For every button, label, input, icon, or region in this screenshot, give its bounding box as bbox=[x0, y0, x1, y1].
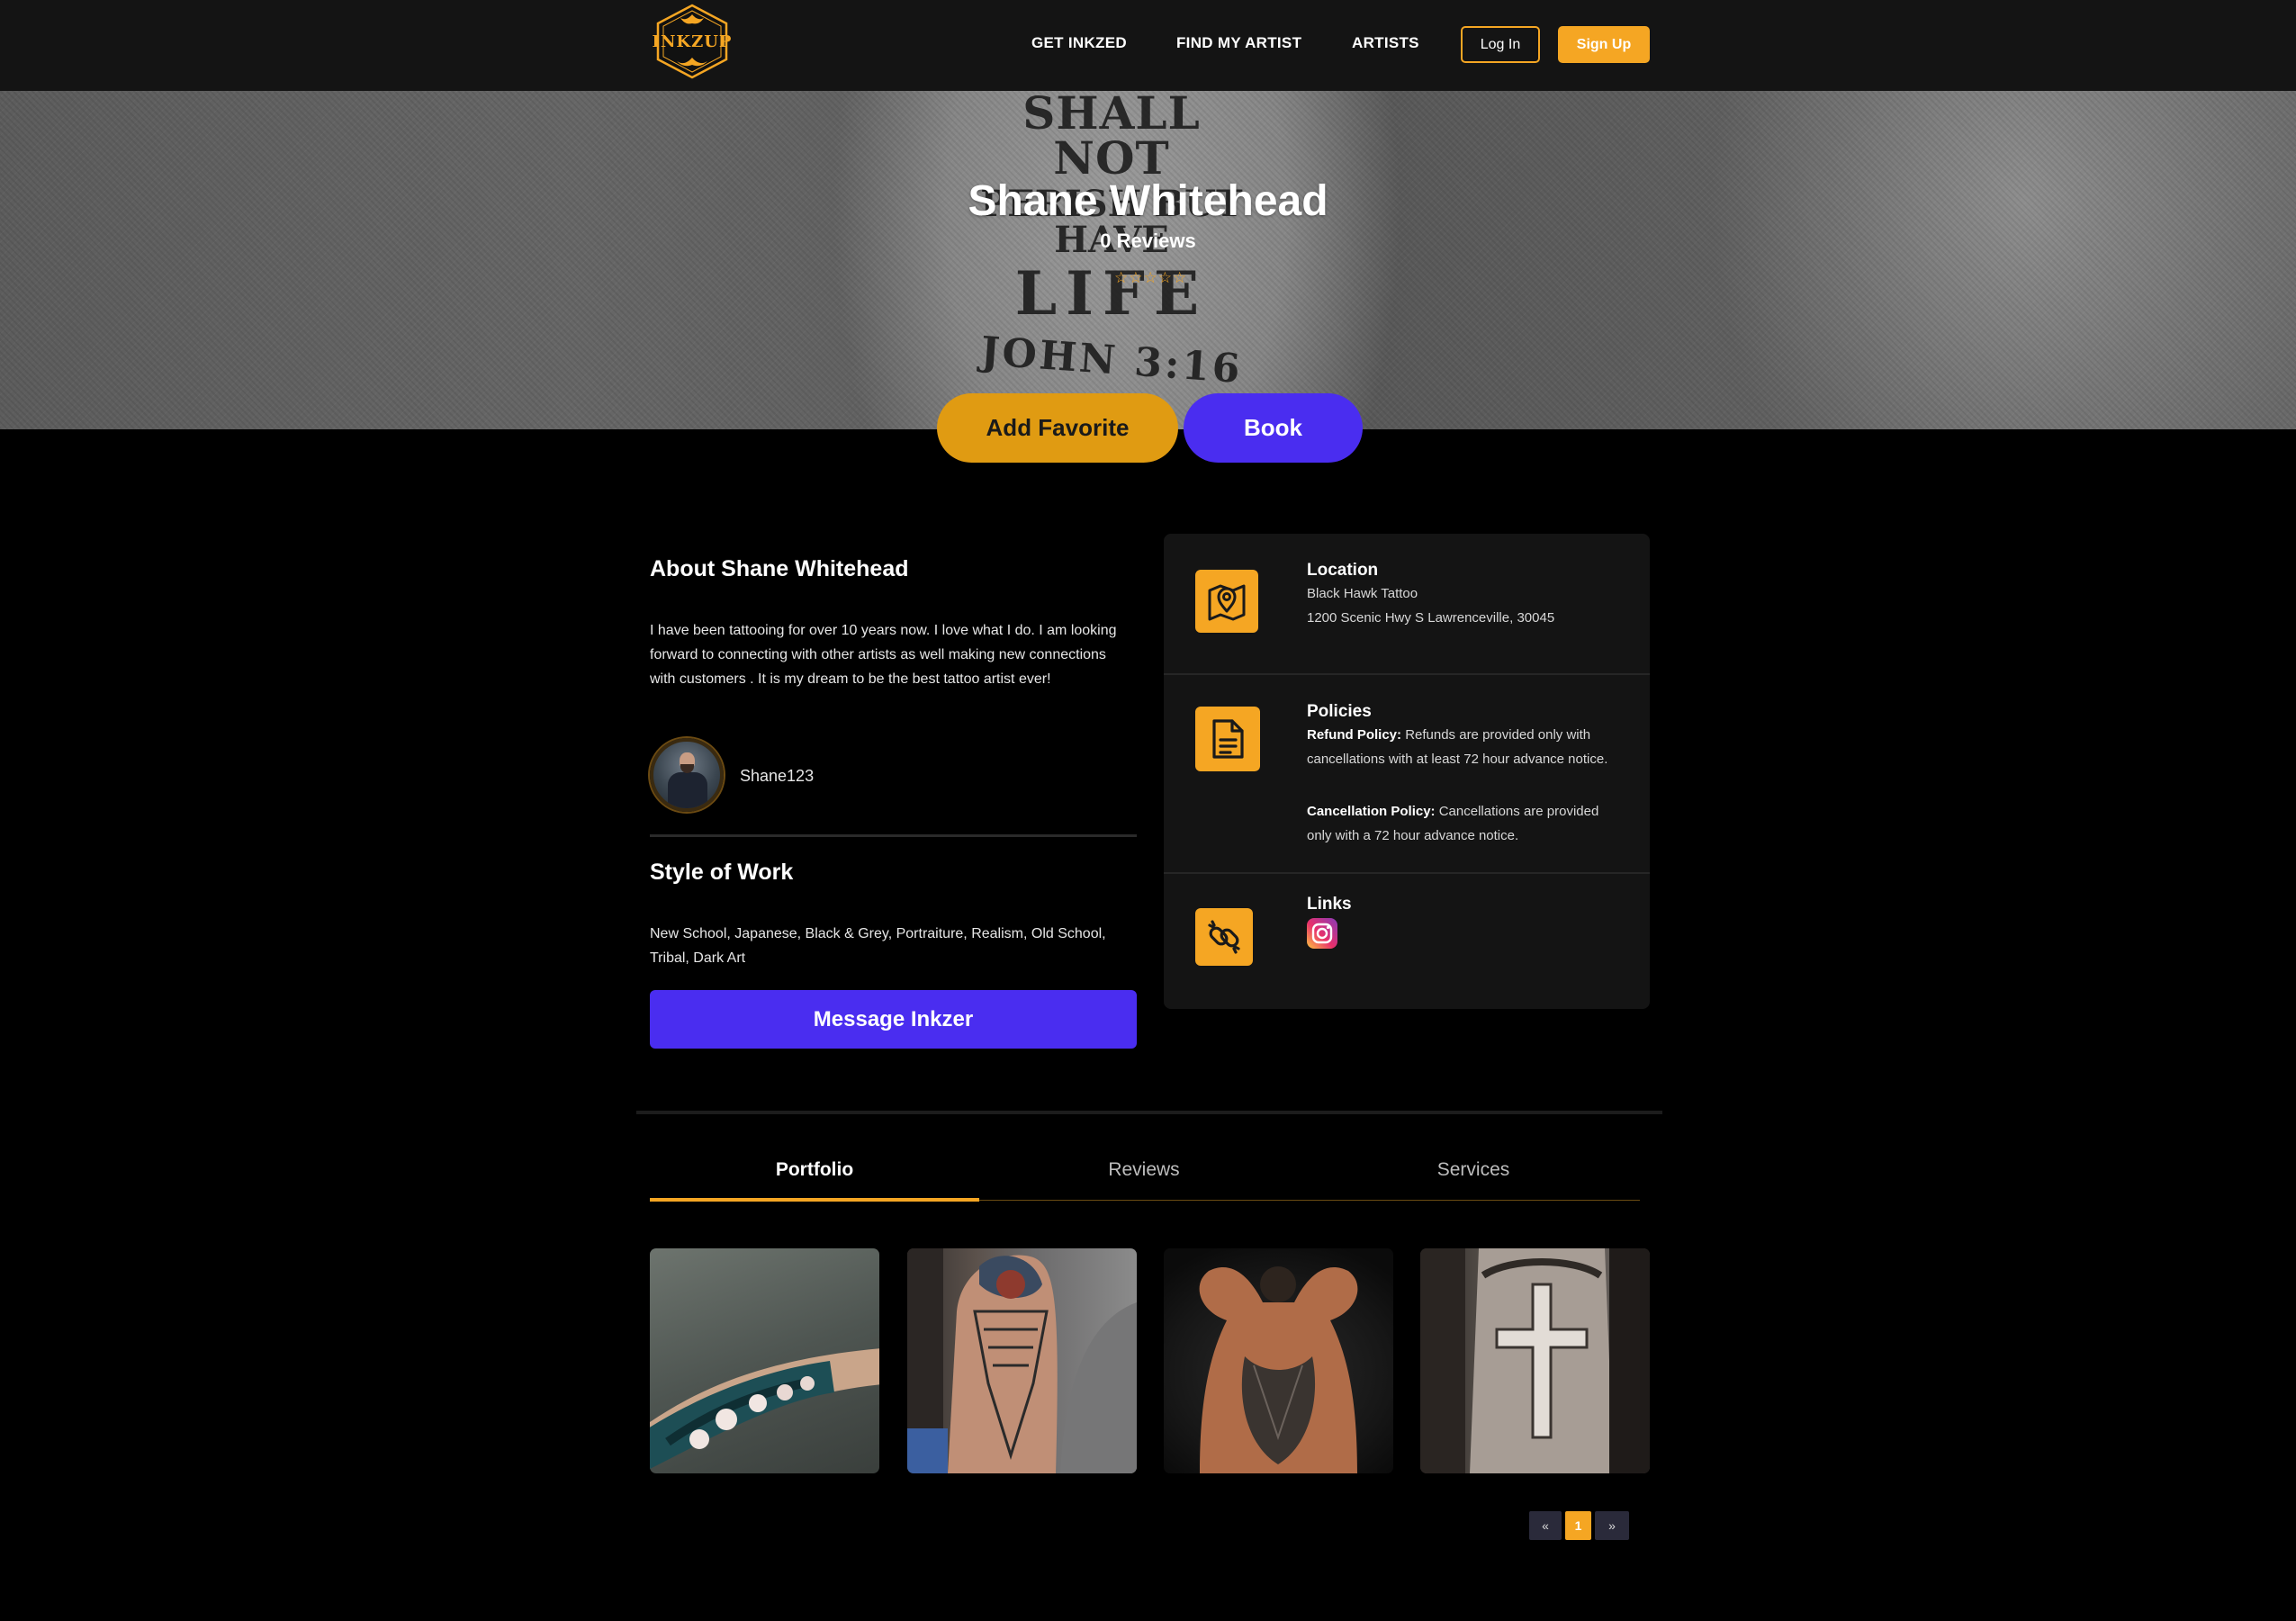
active-tab-indicator bbox=[650, 1198, 979, 1202]
style-of-work-text: New School, Japanese, Black & Grey, Port… bbox=[650, 926, 1106, 966]
location-address: 1200 Scenic Hwy S Lawrenceville, 30045 bbox=[1307, 610, 1555, 626]
star-outline-icon: ☆ bbox=[1143, 269, 1157, 286]
links-row: Links bbox=[1164, 874, 1650, 1009]
refund-policy: Refund Policy: Refunds are provided only… bbox=[1307, 723, 1617, 771]
pagination-next-button[interactable]: » bbox=[1595, 1511, 1629, 1540]
nav-link-get-inkzed[interactable]: GET INKZED bbox=[1031, 34, 1127, 52]
tab-services[interactable]: Services bbox=[1309, 1159, 1638, 1181]
signup-button[interactable]: Sign Up bbox=[1558, 26, 1650, 63]
portfolio-image-forearm-cross[interactable] bbox=[1420, 1248, 1650, 1473]
location-row: Location Black Hawk Tattoo 1200 Scenic H… bbox=[1164, 534, 1650, 675]
star-outline-icon: ☆ bbox=[1157, 269, 1172, 286]
portfolio-image-arm-sleeve[interactable] bbox=[650, 1248, 879, 1473]
about-text: I have been tattooing for over 10 years … bbox=[650, 623, 1117, 687]
section-divider bbox=[636, 1111, 1662, 1114]
link-chain-icon bbox=[1195, 908, 1253, 966]
logo-text: INKZUP bbox=[653, 32, 733, 51]
location-shop: Black Hawk Tattoo bbox=[1307, 586, 1418, 601]
cancellation-policy-label: Cancellation Policy: bbox=[1307, 804, 1436, 819]
inkzup-logo[interactable]: INKZUP bbox=[650, 2, 735, 79]
links-heading: Links bbox=[1307, 895, 1352, 914]
refund-policy-label: Refund Policy: bbox=[1307, 727, 1402, 743]
nav-link-artists[interactable]: ARTISTS bbox=[1352, 34, 1419, 52]
tattoo-line: SHALL NOT bbox=[1022, 91, 1201, 185]
message-inkzer-button[interactable]: Message Inkzer bbox=[650, 990, 1137, 1049]
policies-heading: Policies bbox=[1307, 702, 1372, 721]
nav-link-find-my-artist[interactable]: FIND MY ARTIST bbox=[1176, 34, 1301, 52]
star-rating: ☆ ☆ ☆ ☆ ☆ bbox=[1114, 270, 1186, 285]
portfolio-image-shoulder-tattoo[interactable] bbox=[907, 1248, 1137, 1473]
document-icon bbox=[1195, 707, 1260, 771]
book-button[interactable]: Book bbox=[1184, 393, 1363, 463]
style-of-work-title: Style of Work bbox=[650, 860, 794, 885]
cancellation-policy: Cancellation Policy: Cancellations are p… bbox=[1307, 799, 1617, 848]
tab-reviews[interactable]: Reviews bbox=[979, 1159, 1309, 1181]
star-outline-icon: ☆ bbox=[1114, 269, 1129, 286]
pagination-page-1[interactable]: 1 bbox=[1565, 1511, 1591, 1540]
login-button[interactable]: Log In bbox=[1461, 26, 1540, 63]
username: Shane123 bbox=[740, 767, 815, 785]
info-card: Location Black Hawk Tattoo 1200 Scenic H… bbox=[1164, 534, 1650, 1009]
top-navbar: INKZUP GET INKZED FIND MY ARTIST ARTISTS… bbox=[0, 0, 2296, 91]
policies-row: Policies Refund Policy: Refunds are prov… bbox=[1164, 675, 1650, 874]
tattoo-line: LIFE bbox=[1014, 258, 1209, 329]
artist-name: Shane Whitehead bbox=[968, 177, 1328, 225]
location-heading: Location bbox=[1307, 561, 1379, 580]
instagram-icon[interactable] bbox=[1307, 918, 1337, 953]
add-favorite-button[interactable]: Add Favorite bbox=[937, 393, 1178, 463]
map-pin-icon bbox=[1195, 570, 1258, 633]
star-outline-icon: ☆ bbox=[1129, 269, 1143, 286]
hero-banner: SHALL NOT PERISH BUT HAVE LIFE JOHN 3:16 bbox=[0, 91, 2296, 429]
about-title: About Shane Whitehead bbox=[650, 556, 909, 581]
tab-portfolio[interactable]: Portfolio bbox=[650, 1159, 979, 1181]
pagination-prev-button[interactable]: « bbox=[1529, 1511, 1562, 1540]
portfolio-image-back-tattoo[interactable] bbox=[1164, 1248, 1393, 1473]
avatar[interactable] bbox=[650, 738, 724, 812]
star-outline-icon: ☆ bbox=[1173, 269, 1187, 286]
divider bbox=[650, 834, 1137, 837]
review-count: 0 Reviews bbox=[1100, 230, 1196, 252]
